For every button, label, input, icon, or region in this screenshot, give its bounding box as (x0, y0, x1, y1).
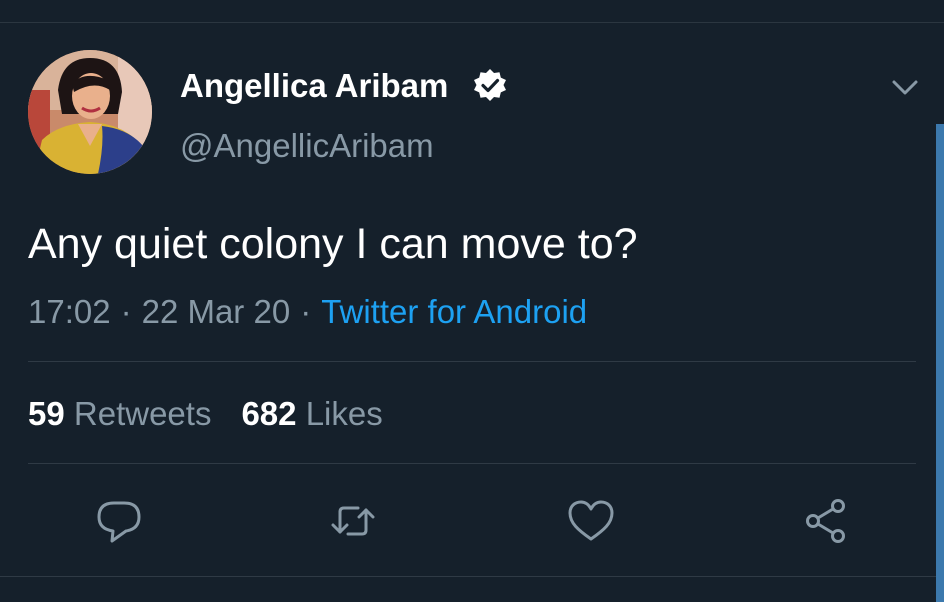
retweet-button[interactable] (328, 496, 378, 546)
verified-badge-icon (474, 69, 506, 101)
tweet-time: 17:02 (28, 293, 111, 330)
reply-icon (97, 501, 141, 543)
author-name[interactable]: Angellica Aribam (180, 64, 448, 108)
top-divider (0, 22, 944, 23)
retweets-label: Retweets (73, 395, 212, 432)
meta-separator: · (300, 293, 312, 330)
tweet-source-link[interactable]: Twitter for Android (321, 293, 587, 330)
meta-separator: · (120, 293, 132, 330)
like-button[interactable] (566, 496, 616, 546)
retweets-stat[interactable]: 59 Retweets (28, 395, 211, 432)
divider (28, 463, 916, 464)
avatar[interactable] (28, 50, 152, 174)
heart-icon (568, 500, 614, 541)
likes-count: 682 (241, 395, 297, 432)
tweet-text: Any quiet colony I can move to? (28, 220, 638, 268)
retweets-count: 59 (28, 395, 65, 432)
share-icon (806, 499, 845, 543)
reply-button[interactable] (94, 496, 144, 546)
tweet-stats: 59 Retweets 682 Likes (28, 392, 383, 436)
tweet-meta: 17:02 · 22 Mar 20 · Twitter for Android (28, 290, 587, 334)
tweet-date[interactable]: 22 Mar 20 (142, 293, 291, 330)
likes-label: Likes (305, 395, 383, 432)
retweet-icon (331, 506, 375, 536)
tweet-detail-view: Angellica Aribam @AngellicAribam Any qui… (0, 0, 944, 602)
scrollbar[interactable] (936, 124, 944, 602)
divider (28, 361, 916, 362)
share-button[interactable] (802, 496, 852, 546)
likes-stat[interactable]: 682 Likes (241, 395, 382, 432)
divider (0, 576, 936, 577)
chevron-down-icon[interactable] (888, 72, 922, 102)
author-handle[interactable]: @AngellicAribam (180, 124, 434, 168)
